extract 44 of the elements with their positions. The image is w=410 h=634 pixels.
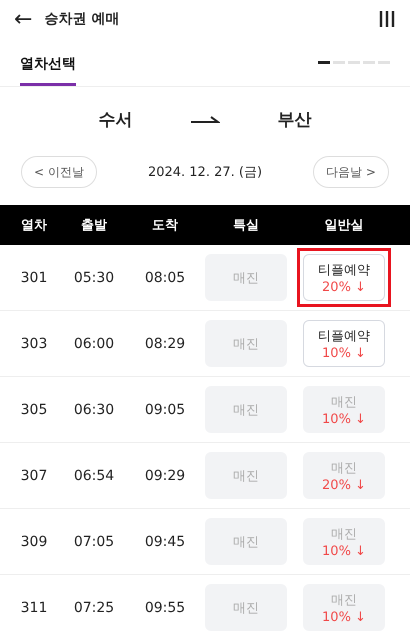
departure-station: 수서 <box>98 108 133 130</box>
general-seat-button[interactable]: 매진 10% ↓ <box>303 386 385 433</box>
train-number: 305 <box>20 402 48 418</box>
train-number: 303 <box>20 336 48 352</box>
arrival-time: 09:29 <box>144 468 186 484</box>
train-number: 307 <box>20 468 48 484</box>
step-tab[interactable]: 열차선택 <box>20 41 76 86</box>
arrival-time: 08:05 <box>144 270 186 286</box>
general-seat-button[interactable]: 매진 20% ↓ <box>303 452 385 499</box>
special-seat-button[interactable]: 매진 <box>205 320 287 367</box>
general-seat-button[interactable]: 티플예약 10% ↓ <box>303 320 385 367</box>
arrival-time: 09:45 <box>144 534 186 550</box>
next-day-button[interactable]: 다음날 > <box>313 156 389 188</box>
column-header: 도착 <box>151 217 179 234</box>
departure-time: 07:05 <box>72 534 116 550</box>
train-number: 301 <box>20 270 48 286</box>
departure-time: 06:30 <box>72 402 116 418</box>
special-seat-button[interactable]: 매진 <box>205 518 287 565</box>
special-seat-button[interactable]: 매진 <box>205 386 287 433</box>
travel-date: 2024. 12. 27. (금) <box>148 164 262 181</box>
page-title: 승차권 예매 <box>44 10 120 28</box>
menu-icon[interactable] <box>378 10 396 28</box>
column-header: 특실 <box>232 217 260 234</box>
special-seat-button[interactable]: 매진 <box>205 452 287 499</box>
previous-day-button[interactable]: < 이전날 <box>21 156 97 188</box>
special-seat-button[interactable]: 매진 <box>205 584 287 631</box>
general-seat-button[interactable]: 매진 10% ↓ <box>303 584 385 631</box>
special-seat-button[interactable]: 매진 <box>205 254 287 301</box>
column-header: 출발 <box>80 217 108 234</box>
train-number: 311 <box>20 600 48 616</box>
column-header: 열차 <box>20 217 48 234</box>
departure-time: 07:25 <box>72 600 116 616</box>
column-header: 일반실 <box>324 217 364 234</box>
arrival-time: 08:29 <box>144 336 186 352</box>
back-button[interactable]: ← <box>14 6 32 32</box>
departure-time: 06:00 <box>72 336 116 352</box>
arrival-time: 09:55 <box>144 600 186 616</box>
general-seat-button[interactable]: 티플예약 20% ↓ <box>303 254 385 301</box>
departure-time: 05:30 <box>72 270 116 286</box>
general-seat-button[interactable]: 매진 10% ↓ <box>303 518 385 565</box>
arrival-time: 09:05 <box>144 402 186 418</box>
departure-time: 06:54 <box>72 468 116 484</box>
arrival-station: 부산 <box>277 108 312 130</box>
train-number: 309 <box>20 534 48 550</box>
